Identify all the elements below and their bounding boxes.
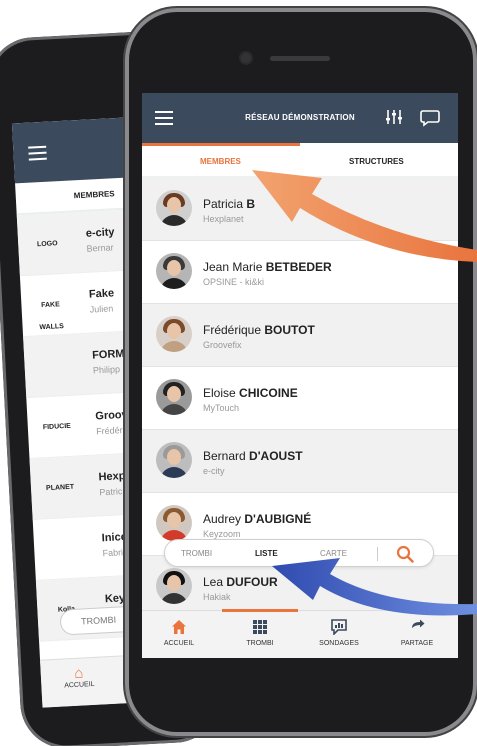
view-toggle-bar: TROMBI LISTE CARTE — [164, 539, 434, 567]
nav-sondages[interactable]: SONDAGES — [304, 619, 374, 647]
back-item-sub: Philipp — [92, 364, 121, 376]
member-row[interactable]: Frédérique BOUTOT Groovefix — [142, 304, 458, 367]
nav-partage-label: PARTAGE — [400, 640, 434, 647]
back-logo: LOGO — [36, 240, 58, 249]
nav-trombi[interactable]: TROMBI — [225, 619, 295, 647]
back-item-name: e-city — [85, 226, 115, 240]
back-menu-icon — [28, 145, 47, 165]
speaker — [270, 56, 330, 61]
poll-icon — [331, 619, 347, 635]
back-logo: FAKE WALLS — [39, 301, 65, 332]
back-item-name: Inice — [101, 531, 128, 545]
active-tab-indicator — [142, 143, 300, 146]
member-organization: e-city — [203, 466, 225, 476]
member-last-name: DUFOUR — [226, 575, 278, 589]
member-first-name: Bernard — [203, 449, 250, 463]
view-carte[interactable]: CARTE — [320, 549, 347, 558]
back-item-sub: Fabric — [102, 546, 128, 559]
back-item-sub: Frédér — [95, 425, 123, 437]
back-item-name: FORM — [91, 347, 125, 362]
back-item-sub: Bernar — [86, 242, 114, 254]
sliders-icon[interactable] — [385, 109, 403, 125]
member-row[interactable]: Eloise CHICOINE MyTouch — [142, 367, 458, 430]
member-name: Eloise CHICOINE — [203, 386, 298, 400]
avatar — [156, 379, 192, 415]
top-bar: RÉSEAU DÉMONSTRATION — [142, 93, 458, 143]
home-icon — [172, 620, 186, 634]
back-logo — [38, 355, 69, 379]
member-name: Bernard D'AOUST — [203, 449, 303, 463]
member-name: Lea DUFOUR — [203, 575, 278, 589]
nav-partage[interactable]: PARTAGE — [382, 619, 452, 647]
member-name: Audrey D'AUBIGNÉ — [203, 512, 311, 526]
tab-bar: MEMBRES STRUCTURES — [142, 143, 458, 178]
grid-icon — [253, 620, 267, 634]
front-phone: RÉSEAU DÉMONSTRATION MEMBRES STRUCTURES — [125, 8, 477, 736]
member-first-name: Patricia — [203, 197, 247, 211]
back-item-name: Fake — [88, 287, 115, 301]
avatar — [156, 190, 192, 226]
back-nav-accueil-label: ACCUEIL — [64, 680, 95, 690]
avatar — [156, 253, 192, 289]
member-organization: Hakiak — [203, 592, 231, 602]
member-name: Patricia B — [203, 197, 255, 211]
member-first-name: Frédérique — [203, 323, 265, 337]
back-logo: PLANET — [45, 483, 75, 493]
back-logo — [48, 538, 79, 562]
member-first-name: Lea — [203, 575, 227, 589]
member-last-name: B — [246, 197, 256, 211]
member-name: Frédérique BOUTOT — [203, 323, 315, 337]
phone-screen: RÉSEAU DÉMONSTRATION MEMBRES STRUCTURES — [142, 93, 458, 658]
stage: MEMBRES LOGO e-city Bernar FAKE WALLS Fake Ju… — [0, 0, 477, 746]
back-item-name: Groov — [95, 408, 129, 423]
avatar — [156, 505, 192, 541]
member-row[interactable]: Bernard D'AOUST e-city — [142, 430, 458, 493]
view-trombi[interactable]: TROMBI — [181, 549, 212, 558]
member-row[interactable]: Jean Marie BETBEDER OPSINE - ki&ki — [142, 241, 458, 304]
member-first-name: Eloise — [203, 386, 240, 400]
member-last-name: BOUTOT — [264, 323, 315, 337]
back-item-sub: Patric — [99, 486, 123, 498]
share-icon — [412, 619, 425, 628]
back-nav-accueil: ⌂ ACCUEIL — [48, 663, 109, 690]
member-last-name: BETBEDER — [265, 260, 332, 274]
avatar — [156, 568, 192, 604]
member-last-name: CHICOINE — [239, 386, 298, 400]
home-button — [280, 674, 320, 714]
back-home-icon: ⌂ — [73, 664, 84, 682]
chat-icon[interactable] — [419, 109, 441, 127]
view-liste[interactable]: LISTE — [255, 549, 278, 558]
camera — [241, 53, 251, 63]
tab-structures[interactable]: STRUCTURES — [349, 157, 404, 166]
network-title: RÉSEAU DÉMONSTRATION — [245, 113, 355, 122]
member-name: Jean Marie BETBEDER — [203, 260, 332, 274]
member-first-name: Audrey — [203, 512, 245, 526]
member-last-name: D'AUBIGNÉ — [244, 512, 312, 526]
member-organization: OPSINE - ki&ki — [203, 277, 265, 287]
member-last-name: D'AOUST — [249, 449, 303, 463]
member-organization: Hexplanet — [203, 214, 244, 224]
nav-accueil-label: ACCUEIL — [163, 640, 195, 647]
member-organization: Keyzoom — [203, 529, 241, 539]
nav-sondages-label: SONDAGES — [319, 640, 359, 647]
search-icon[interactable] — [396, 545, 414, 563]
back-item-sub: Julien — [89, 303, 114, 315]
bottom-nav: ACCUEIL TROMBI SONDAGES PARTAGE — [142, 609, 458, 658]
tab-membres[interactable]: MEMBRES — [200, 157, 241, 166]
member-organization: MyTouch — [203, 403, 240, 413]
back-item-name: Hexp — [98, 470, 126, 484]
member-first-name: Jean Marie — [203, 260, 266, 274]
nav-trombi-label: TROMBI — [246, 640, 274, 647]
member-row[interactable]: Patricia B Hexplanet — [142, 178, 458, 241]
view-separator — [377, 547, 378, 561]
avatar — [156, 316, 192, 352]
member-organization: Groovefix — [203, 340, 242, 350]
avatar — [156, 442, 192, 478]
active-nav-indicator — [222, 609, 298, 612]
back-logo: FIDUCIE — [42, 422, 72, 432]
nav-accueil[interactable]: ACCUEIL — [144, 619, 214, 647]
